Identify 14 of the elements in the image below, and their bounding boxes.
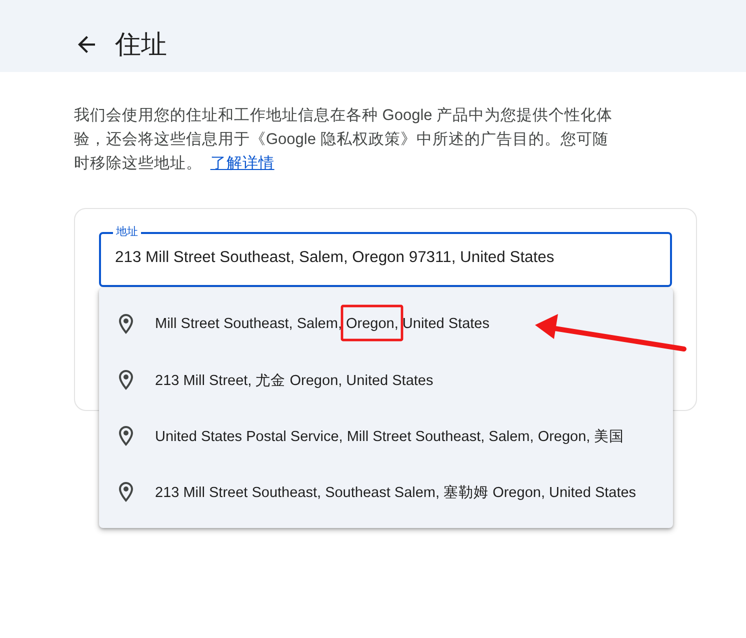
location-pin-icon [119, 426, 133, 446]
description-text: 我们会使用您的住址和工作地址信息在各种 Google 产品中为您提供个性化体验，还会将这些信息用于《Google 隐私权政策》中所述的广告目的。您可随时移除这些地址。 了解详情 [74, 106, 614, 174]
suggestion-item[interactable]: United States Postal Service, Mill Street Southeast, Salem, Oregon, 美国 [99, 408, 673, 464]
address-field[interactable]: 地址 213 Mill Street Southeast, Salem, Oregon 97311, United States [99, 226, 672, 287]
suggestion-item[interactable]: 213 Mill Street Southeast, Southeast Salem, 塞勒姆 Oregon, United States [99, 464, 673, 520]
location-pin-icon [119, 482, 133, 502]
suggestion-item[interactable]: 213 Mill Street, 尤金 Oregon, United States [99, 352, 673, 408]
page-title: 住址 [115, 28, 167, 60]
location-pin-icon [119, 370, 133, 390]
field-label: 地址 [115, 226, 139, 239]
back-arrow-icon [78, 36, 95, 52]
learn-more-link[interactable]: 了解详情 [210, 155, 274, 172]
location-pin-icon [119, 314, 133, 334]
suggestion-item[interactable]: Mill Street Southeast, Salem, Oregon, United States [99, 296, 673, 352]
